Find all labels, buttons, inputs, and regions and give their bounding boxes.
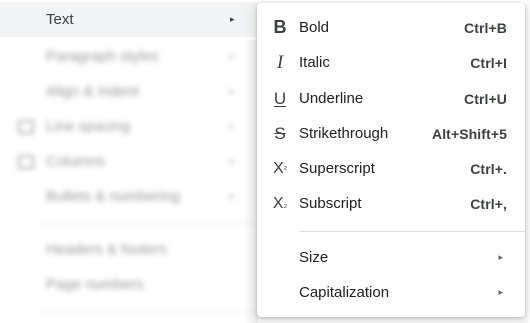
- format-menu-item-page-numbers[interactable]: Page numbers: [0, 267, 262, 302]
- text-submenu-item-strikethrough[interactable]: S Strikethrough Alt+Shift+5: [257, 116, 525, 151]
- menu-item-label: Size: [299, 249, 329, 266]
- format-menu-item-line-spacing[interactable]: Line spacing ▸: [0, 109, 262, 144]
- text-submenu-item-underline[interactable]: U Underline Ctrl+U: [257, 81, 525, 116]
- menu-item-label: Subscript: [299, 195, 362, 212]
- bold-icon: B: [273, 17, 287, 37]
- menu-item-label: Paragraph styles: [46, 48, 159, 65]
- menu-item-label: Headers & footers: [46, 241, 167, 258]
- menu-divider: [42, 222, 262, 223]
- keyboard-shortcut: Ctrl+U: [464, 90, 507, 107]
- keyboard-shortcut: Alt+Shift+5: [431, 125, 507, 142]
- keyboard-shortcut: Ctrl+I: [470, 54, 507, 71]
- menu-shadow: [244, 40, 258, 323]
- menu-item-label: Bullets & numbering: [46, 188, 181, 205]
- submenu-arrow-icon: ▸: [230, 14, 235, 24]
- menu-item-label: Align & indent: [46, 83, 139, 100]
- submenu-arrow-icon: ▸: [230, 191, 235, 201]
- menu-item-label: Capitalization: [299, 284, 390, 301]
- keyboard-shortcut: Ctrl+B: [464, 19, 507, 36]
- menu-item-label: Text: [46, 11, 74, 28]
- format-menu-item-bullets-numbering[interactable]: Bullets & numbering ▸: [0, 179, 262, 214]
- superscript-mark: ²: [283, 163, 287, 174]
- text-submenu-item-superscript[interactable]: X² Superscript Ctrl+.: [257, 151, 525, 186]
- text-submenu-item-bold[interactable]: B Bold Ctrl+B: [257, 10, 525, 45]
- italic-icon: I: [276, 51, 284, 73]
- columns-icon: [18, 154, 34, 169]
- menu-item-label: Strikethrough: [299, 125, 389, 142]
- submenu-arrow-icon: ▸: [230, 51, 235, 61]
- keyboard-shortcut: Ctrl+.: [470, 160, 507, 177]
- format-menu: Text ▸ Paragraph styles ▸ Align & indent…: [0, 0, 262, 323]
- submenu-arrow-icon: ▸: [230, 121, 235, 131]
- format-menu-item-headers-footers[interactable]: Headers & footers: [0, 232, 262, 267]
- format-menu-item-columns[interactable]: Columns ▸: [0, 144, 262, 179]
- menu-item-label: Superscript: [299, 160, 375, 177]
- subscript-mark: ₂: [283, 198, 288, 209]
- menu-item-label: Underline: [299, 90, 364, 107]
- text-submenu-item-capitalization[interactable]: Capitalization ▸: [257, 275, 525, 310]
- line-spacing-icon: [18, 119, 34, 134]
- strikethrough-icon: S: [274, 123, 286, 143]
- menu-divider: [299, 231, 525, 232]
- submenu-arrow-icon: ▸: [498, 287, 503, 297]
- submenu-arrow-icon: ▸: [498, 252, 503, 262]
- text-submenu: B Bold Ctrl+B I Italic Ctrl+I U Underlin…: [257, 3, 525, 317]
- menu-divider: [42, 312, 262, 313]
- submenu-arrow-icon: ▸: [230, 156, 235, 166]
- format-menu-item-align-indent[interactable]: Align & indent ▸: [0, 74, 262, 109]
- keyboard-shortcut: Ctrl+,: [470, 195, 507, 212]
- text-submenu-item-italic[interactable]: I Italic Ctrl+I: [257, 45, 525, 80]
- menu-item-label: Italic: [299, 54, 330, 71]
- superscript-glyph: X: [273, 159, 284, 177]
- text-submenu-item-subscript[interactable]: X₂ Subscript Ctrl+,: [257, 186, 525, 221]
- underline-icon: U: [273, 88, 287, 108]
- subscript-glyph: X: [272, 194, 284, 212]
- menu-item-label: Line spacing: [46, 118, 131, 135]
- subscript-icon: X₂: [271, 194, 289, 214]
- menu-item-label: Page numbers: [46, 276, 144, 293]
- submenu-arrow-icon: ▸: [230, 86, 235, 96]
- superscript-icon: X²: [271, 159, 289, 179]
- menu-item-label: Columns: [46, 153, 106, 170]
- format-menu-item-paragraph-styles[interactable]: Paragraph styles ▸: [0, 39, 262, 74]
- text-submenu-item-size[interactable]: Size ▸: [257, 240, 525, 275]
- format-menu-item-text[interactable]: Text ▸: [0, 2, 262, 37]
- menu-item-label: Bold: [299, 19, 330, 36]
